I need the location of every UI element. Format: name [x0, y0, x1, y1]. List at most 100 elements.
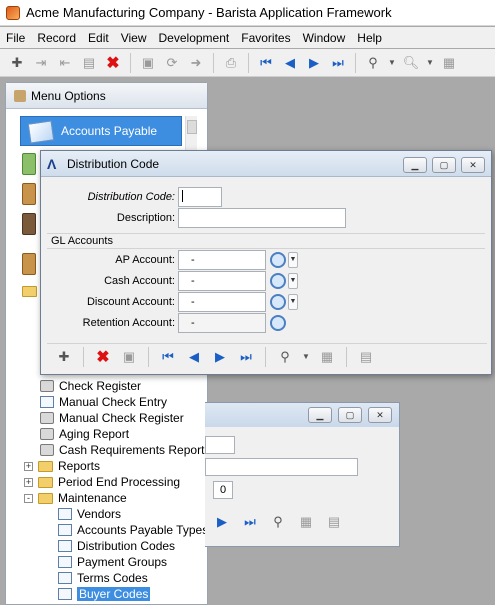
module-icon[interactable]: [22, 213, 36, 235]
background-window[interactable]: ▁ ▢ ✕ 0 ▶ ⏭ ⚲ ▦ ▤: [205, 402, 400, 547]
binoculars-icon[interactable]: ⚲: [364, 54, 382, 72]
retention-account-lookup[interactable]: [270, 313, 302, 333]
menu-bar: File Record Edit View Development Favori…: [0, 27, 495, 48]
options-icon[interactable]: ▦: [297, 513, 315, 531]
menu-window[interactable]: Window: [303, 31, 346, 45]
tree-item[interactable]: Payment Groups: [58, 554, 167, 570]
binoculars-icon[interactable]: ⚲: [269, 513, 287, 531]
tree-item-label: Check Register: [59, 379, 142, 393]
tree-item[interactable]: Terms Codes: [58, 570, 148, 586]
background-field[interactable]: [205, 458, 358, 476]
import-icon[interactable]: ⇤: [56, 54, 74, 72]
scrollbar-thumb[interactable]: [187, 120, 197, 134]
form-icon: [58, 572, 72, 584]
chevron-down-icon[interactable]: ▼: [388, 54, 396, 72]
previous-record-icon[interactable]: ◀: [281, 54, 299, 72]
minimize-button[interactable]: ▁: [403, 157, 427, 173]
chevron-down-icon[interactable]: ▼: [288, 294, 298, 310]
search-icon[interactable]: [270, 315, 286, 331]
folder-icon: [38, 460, 53, 472]
window-title: Acme Manufacturing Company - Barista App…: [26, 5, 392, 20]
tree-item[interactable]: Accounts Payable Types: [58, 522, 208, 538]
cash-account-input[interactable]: -: [178, 271, 266, 291]
expand-icon[interactable]: +: [24, 477, 33, 487]
print-icon[interactable]: ⎙: [222, 54, 240, 72]
chevron-down-icon[interactable]: ▼: [288, 273, 298, 289]
expand-icon[interactable]: +: [24, 461, 33, 471]
save-icon[interactable]: ▣: [120, 348, 138, 366]
dialog-title: Distribution Code: [67, 156, 160, 171]
search-icon[interactable]: [270, 294, 286, 310]
tree-item[interactable]: Vendors: [58, 506, 121, 522]
grid-icon[interactable]: ▤: [325, 513, 343, 531]
tree-item[interactable]: + Reports: [24, 458, 100, 474]
save-icon[interactable]: ▣: [139, 54, 157, 72]
chevron-down-icon[interactable]: ▼: [302, 348, 310, 366]
next-record-icon[interactable]: ▶: [305, 54, 323, 72]
next-record-icon[interactable]: ▶: [213, 513, 231, 531]
maximize-button[interactable]: ▢: [338, 407, 362, 423]
toolbar-divider: [148, 346, 149, 367]
module-icon[interactable]: [22, 183, 36, 205]
new-record-icon[interactable]: ✚: [8, 54, 26, 72]
first-record-icon[interactable]: ⏮: [257, 54, 275, 72]
forward-icon[interactable]: ➜: [187, 54, 205, 72]
distribution-code-input[interactable]: [178, 187, 222, 207]
background-field[interactable]: 0: [213, 481, 233, 499]
module-accounts-payable[interactable]: Accounts Payable: [20, 116, 182, 146]
chevron-down-icon[interactable]: ▼: [288, 252, 298, 268]
menu-help[interactable]: Help: [357, 31, 382, 45]
module-icon[interactable]: [22, 153, 36, 175]
search-icon[interactable]: [270, 252, 286, 268]
refresh-icon[interactable]: ⟳: [163, 54, 181, 72]
retention-account-input[interactable]: -: [178, 313, 266, 333]
tree-item[interactable]: Check Register: [40, 378, 141, 394]
new-record-icon[interactable]: ✚: [55, 348, 73, 366]
ap-account-lookup[interactable]: ▼: [270, 250, 302, 270]
insert-record-icon[interactable]: ⇥: [32, 54, 50, 72]
tree-item[interactable]: - Maintenance: [24, 490, 127, 506]
tree-item[interactable]: Manual Check Register: [40, 410, 184, 426]
search-icon[interactable]: [270, 273, 286, 289]
tree-item[interactable]: Distribution Codes: [58, 538, 175, 554]
tree-item[interactable]: Cash Requirements Report: [40, 442, 204, 458]
close-button[interactable]: ✕: [461, 157, 485, 173]
ap-account-input[interactable]: -: [178, 250, 266, 270]
last-record-icon[interactable]: ⏭: [241, 513, 259, 531]
menu-development[interactable]: Development: [159, 31, 230, 45]
minimize-button[interactable]: ▁: [308, 407, 332, 423]
discount-account-lookup[interactable]: ▼: [270, 292, 302, 312]
tree-item[interactable]: Aging Report: [40, 426, 129, 442]
grid-icon[interactable]: ▤: [357, 348, 375, 366]
cash-account-lookup[interactable]: ▼: [270, 271, 302, 291]
menu-edit[interactable]: Edit: [88, 31, 109, 45]
last-record-icon[interactable]: ⏭: [329, 54, 347, 72]
previous-record-icon[interactable]: ◀: [185, 348, 203, 366]
folder-open-icon: [38, 492, 53, 504]
binoculars-icon[interactable]: ⚲: [276, 348, 294, 366]
next-record-icon[interactable]: ▶: [211, 348, 229, 366]
menu-view[interactable]: View: [121, 31, 147, 45]
menu-record[interactable]: Record: [37, 31, 76, 45]
background-field[interactable]: [205, 436, 235, 454]
tree-item[interactable]: + Period End Processing: [24, 474, 180, 490]
discount-account-input[interactable]: -: [178, 292, 266, 312]
module-icon[interactable]: [22, 253, 36, 275]
menu-file[interactable]: File: [6, 31, 25, 45]
collapse-icon[interactable]: -: [24, 493, 33, 503]
delete-icon[interactable]: ✖: [104, 54, 122, 72]
first-record-icon[interactable]: ⏮: [159, 348, 177, 366]
chevron-down-icon[interactable]: ▼: [426, 54, 434, 72]
menu-favorites[interactable]: Favorites: [241, 31, 290, 45]
copy-icon[interactable]: ▤: [80, 54, 98, 72]
tree-item-selected[interactable]: Buyer Codes: [58, 586, 151, 602]
options-icon[interactable]: ▦: [440, 54, 458, 72]
description-input[interactable]: [178, 208, 346, 228]
last-record-icon[interactable]: ⏭: [237, 348, 255, 366]
zoom-icon[interactable]: 🔍︎: [402, 54, 420, 72]
delete-icon[interactable]: ✖: [94, 348, 112, 366]
tree-item[interactable]: Manual Check Entry: [40, 394, 167, 410]
close-button[interactable]: ✕: [368, 407, 392, 423]
maximize-button[interactable]: ▢: [432, 157, 456, 173]
options-icon[interactable]: ▦: [318, 348, 336, 366]
